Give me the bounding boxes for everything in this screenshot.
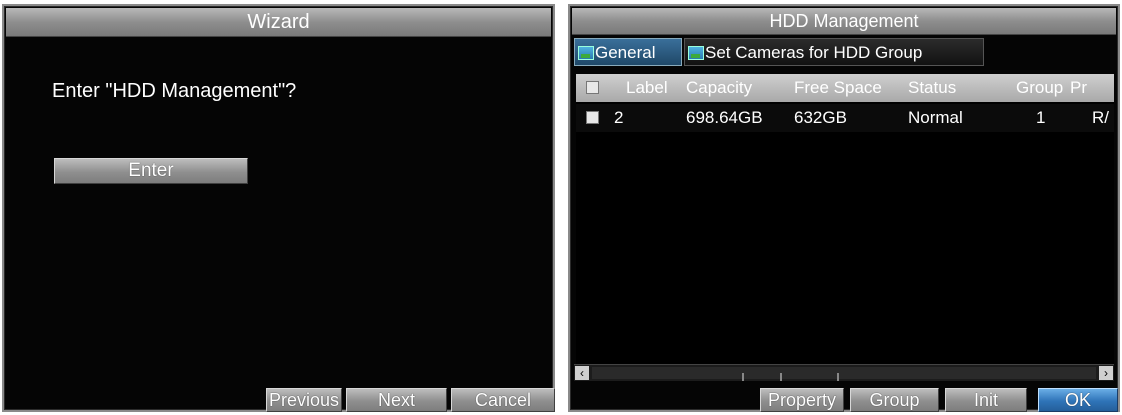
- cancel-button[interactable]: Cancel: [451, 388, 555, 412]
- scroll-tick: [742, 373, 744, 381]
- tab-set-cameras[interactable]: Set Cameras for HDD Group: [684, 38, 984, 66]
- cell-label: 2: [614, 108, 624, 127]
- column-header-group[interactable]: Group: [1016, 74, 1068, 102]
- cell-property: R/: [1092, 108, 1109, 127]
- tab-icon: [578, 46, 594, 60]
- scroll-right-arrow-icon[interactable]: ›: [1099, 366, 1113, 380]
- init-button[interactable]: Init: [945, 388, 1027, 412]
- column-header-label[interactable]: Label: [626, 74, 684, 102]
- wizard-prompt: Enter "HDD Management"?: [52, 80, 297, 102]
- group-button[interactable]: Group: [850, 388, 939, 412]
- column-header-status[interactable]: Status: [908, 74, 1008, 102]
- wizard-dialog: Wizard Enter "HDD Management"? Enter Pre…: [2, 4, 555, 412]
- tab-bar: General Set Cameras for HDD Group: [574, 36, 994, 68]
- table-row[interactable]: 2 698.64GB 632GB Normal 1 R/: [576, 104, 1114, 132]
- column-header-free-space[interactable]: Free Space: [794, 74, 906, 102]
- scroll-tick: [837, 373, 839, 381]
- column-header-property[interactable]: Pr: [1070, 74, 1114, 102]
- table-header: Label Capacity Free Space Status Group P…: [576, 74, 1114, 102]
- horizontal-scrollbar[interactable]: ‹ ›: [574, 364, 1114, 381]
- wizard-title: Wizard: [6, 8, 551, 37]
- scroll-tick: [780, 373, 782, 381]
- hdd-management-dialog: HDD Management General Set Cameras for H…: [568, 4, 1120, 412]
- column-header-capacity[interactable]: Capacity: [686, 74, 784, 102]
- scroll-track[interactable]: [592, 367, 1096, 381]
- tab-label: Set Cameras for HDD Group: [705, 43, 923, 62]
- scroll-left-arrow-icon[interactable]: ‹: [575, 366, 589, 380]
- tab-icon: [688, 46, 704, 60]
- tab-label: General: [595, 43, 656, 62]
- cell-group: 1: [1036, 108, 1046, 127]
- ok-button[interactable]: OK: [1038, 388, 1118, 412]
- cell-status: Normal: [908, 108, 963, 127]
- hdd-title: HDD Management: [572, 8, 1116, 35]
- cell-free-space: 632GB: [794, 108, 847, 127]
- hdd-table: Label Capacity Free Space Status Group P…: [576, 74, 1114, 380]
- enter-button[interactable]: Enter: [54, 158, 248, 184]
- select-all-checkbox[interactable]: [586, 81, 599, 94]
- tab-general[interactable]: General: [574, 38, 682, 66]
- cell-capacity: 698.64GB: [686, 108, 763, 127]
- property-button[interactable]: Property: [760, 388, 844, 412]
- next-button[interactable]: Next: [346, 388, 447, 412]
- previous-button[interactable]: Previous: [266, 388, 342, 412]
- row-checkbox[interactable]: [586, 111, 599, 124]
